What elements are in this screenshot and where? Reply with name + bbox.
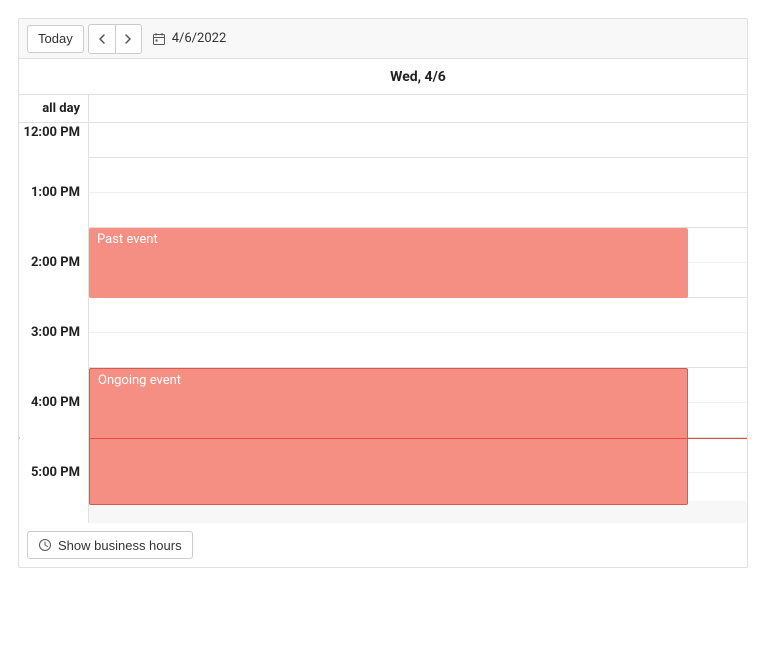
- allday-label: all day: [19, 95, 89, 122]
- current-time-line: [89, 438, 747, 439]
- toolbar: Today 4/6/2022: [19, 19, 747, 59]
- time-column: 12:00 PM 1:00 PM 2:00 PM 3:00 PM 4:00 PM 5:00…: [19, 123, 89, 523]
- slot-line: [89, 158, 747, 193]
- show-business-hours-button[interactable]: Show business hours: [27, 531, 193, 559]
- event-ongoing[interactable]: Ongoing event: [89, 368, 688, 505]
- event-title: Past event: [97, 232, 680, 247]
- slot-line: [89, 298, 747, 333]
- slot-line: [89, 333, 747, 368]
- allday-row: all day: [19, 95, 747, 123]
- day-header[interactable]: Wed, 4/6: [89, 59, 747, 94]
- time-label: 5:00 PM: [31, 465, 80, 480]
- time-label: 4:00 PM: [31, 395, 80, 410]
- next-button[interactable]: [115, 25, 141, 53]
- calendar-icon: [152, 32, 166, 46]
- date-text: 4/6/2022: [172, 31, 227, 46]
- slot-column[interactable]: Past event Ongoing event: [89, 123, 747, 523]
- scheduler: Today 4/6/2022 Wed, 4/6 all day 12:00 PM…: [18, 18, 748, 568]
- time-gutter-header: [19, 59, 89, 94]
- slot-line: [89, 123, 747, 158]
- show-business-hours-label: Show business hours: [58, 538, 182, 553]
- today-button[interactable]: Today: [27, 25, 84, 53]
- allday-cell[interactable]: [89, 95, 747, 122]
- time-label: 3:00 PM: [31, 325, 80, 340]
- clock-icon: [38, 538, 52, 552]
- event-past[interactable]: Past event: [89, 228, 688, 298]
- time-grid: 12:00 PM 1:00 PM 2:00 PM 3:00 PM 4:00 PM 5:00…: [19, 123, 747, 523]
- header-row: Wed, 4/6: [19, 59, 747, 95]
- event-title: Ongoing event: [98, 373, 679, 388]
- footer: Show business hours: [19, 523, 747, 567]
- time-label: 1:00 PM: [31, 185, 80, 200]
- slot-line: [89, 193, 747, 228]
- current-time-marker-icon: [19, 434, 20, 442]
- chevron-left-icon: [98, 34, 106, 44]
- nav-group: [88, 24, 142, 54]
- time-label: 12:00 PM: [24, 125, 81, 140]
- chevron-right-icon: [124, 34, 132, 44]
- time-label: 2:00 PM: [31, 255, 80, 270]
- prev-button[interactable]: [89, 25, 115, 53]
- date-picker[interactable]: 4/6/2022: [152, 31, 227, 46]
